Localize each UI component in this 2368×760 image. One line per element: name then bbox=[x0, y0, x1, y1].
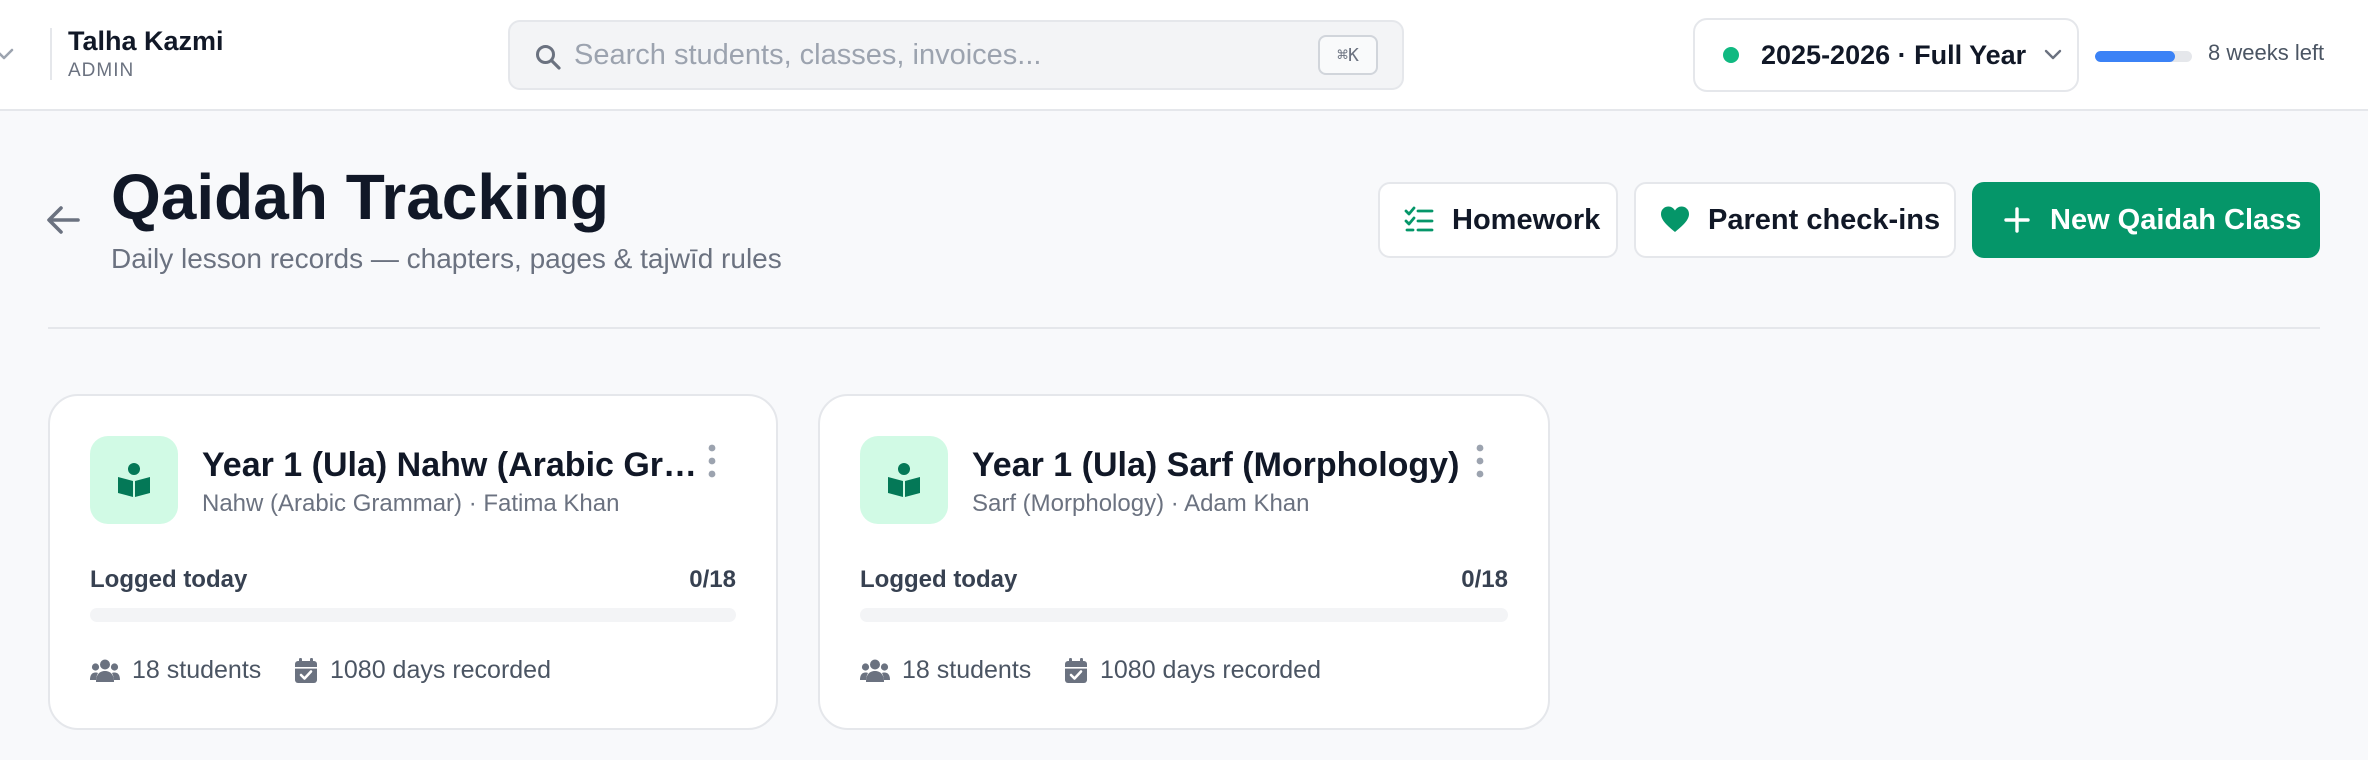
days-recorded-label: 1080 days recorded bbox=[1100, 656, 1321, 684]
student-count-label: 18 students bbox=[902, 656, 1032, 684]
academic-year-label: 2025-2026 · Full Year bbox=[1761, 39, 2027, 70]
back-arrow-icon[interactable] bbox=[44, 200, 84, 240]
users-icon bbox=[90, 659, 120, 682]
book-reader-icon bbox=[888, 463, 920, 497]
chevron-down-icon bbox=[2044, 49, 2062, 60]
academic-year-select[interactable]: 2025-2026 · Full Year bbox=[1693, 18, 2079, 92]
days-recorded: 1080 days recorded bbox=[1064, 656, 1321, 685]
book-reader-icon bbox=[118, 463, 150, 497]
user-name: Talha Kazmi bbox=[68, 26, 224, 56]
parent-checkins-button[interactable]: Parent check-ins bbox=[1634, 182, 1956, 258]
calendar-check-icon bbox=[295, 657, 317, 683]
class-title[interactable]: Year 1 (Ula) Nahw (Arabic Grammar) bbox=[202, 446, 714, 485]
section-divider bbox=[48, 327, 2320, 329]
class-tile bbox=[90, 436, 178, 524]
term-progress-bar bbox=[2095, 51, 2192, 62]
year-status-dot bbox=[1723, 47, 1739, 63]
student-count-label: 18 students bbox=[132, 656, 262, 684]
class-card[interactable]: Year 1 (Ula) Nahw (Arabic Grammar) Nahw … bbox=[48, 394, 778, 730]
search-icon bbox=[536, 45, 561, 70]
logged-today-label: Logged today bbox=[860, 566, 1018, 593]
class-title[interactable]: Year 1 (Ula) Sarf (Morphology) bbox=[972, 446, 1462, 485]
page-title: Qaidah Tracking bbox=[111, 161, 609, 233]
search-shortcut-badge: ⌘K bbox=[1318, 35, 1378, 75]
days-recorded-label: 1080 days recorded bbox=[330, 656, 551, 684]
logged-today-count: 0/18 bbox=[689, 566, 736, 593]
page-subtitle: Daily lesson records — chapters, pages &… bbox=[111, 243, 782, 274]
parent-checkins-button-label: Parent check-ins bbox=[1708, 203, 1941, 236]
new-qaidah-class-button-label: New Qaidah Class bbox=[2050, 203, 2302, 236]
class-meta: Nahw (Arabic Grammar) · Fatima Khan bbox=[202, 490, 620, 517]
term-weeks-left: 8 weeks left bbox=[2208, 40, 2325, 65]
logged-progress-bar bbox=[90, 608, 736, 622]
topbar-divider bbox=[50, 28, 52, 80]
top-bar: Talha Kazmi ADMIN ⌘K 2025-2026 · Full Ye… bbox=[0, 0, 2368, 111]
class-meta: Sarf (Morphology) · Adam Khan bbox=[972, 490, 1310, 517]
kebab-icon[interactable] bbox=[702, 444, 722, 478]
heart-icon bbox=[1661, 206, 1689, 232]
logged-progress-bar bbox=[860, 608, 1508, 622]
global-search: ⌘K bbox=[508, 20, 1404, 90]
class-tile bbox=[860, 436, 948, 524]
days-recorded: 1080 days recorded bbox=[294, 656, 551, 685]
homework-button-label: Homework bbox=[1452, 203, 1601, 236]
plus-icon bbox=[2004, 207, 2030, 233]
logged-today-label: Logged today bbox=[90, 566, 248, 593]
class-card[interactable]: Year 1 (Ula) Sarf (Morphology) Sarf (Mor… bbox=[818, 394, 1550, 730]
calendar-check-icon bbox=[1065, 657, 1087, 683]
chevron-down-icon[interactable] bbox=[0, 44, 16, 64]
users-icon bbox=[860, 659, 890, 682]
homework-button[interactable]: Homework bbox=[1378, 182, 1618, 258]
term-progress-fill bbox=[2095, 51, 2175, 62]
list-checks-icon bbox=[1404, 206, 1434, 232]
student-count: 18 students bbox=[860, 656, 1031, 685]
logged-today-count: 0/18 bbox=[1461, 566, 1508, 593]
search-input[interactable] bbox=[574, 22, 1214, 88]
student-count: 18 students bbox=[90, 656, 261, 685]
new-qaidah-class-button[interactable]: New Qaidah Class bbox=[1972, 182, 2320, 258]
user-role: ADMIN bbox=[68, 60, 135, 81]
kebab-icon[interactable] bbox=[1470, 444, 1490, 478]
